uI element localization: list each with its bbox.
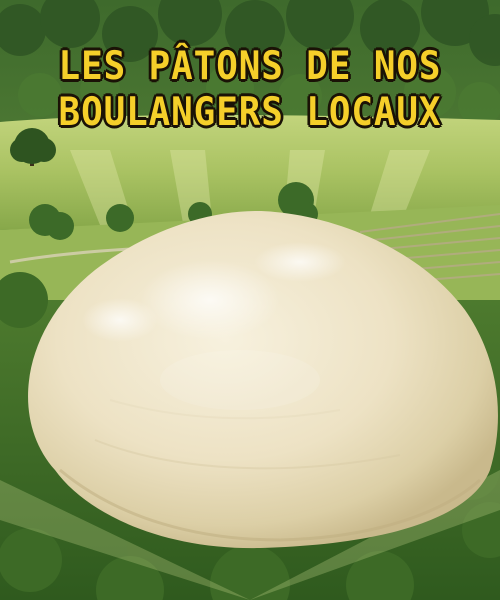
- headline-line-2: BOULANGERS LOCAUX: [58, 90, 442, 135]
- headline-line-1: LES PÂTONS DE NOS: [58, 44, 442, 89]
- poster: LES PÂTONS DE NOS BOULANGERS LOCAUX: [0, 0, 500, 600]
- headline: LES PÂTONS DE NOS BOULANGERS LOCAUX: [20, 44, 480, 136]
